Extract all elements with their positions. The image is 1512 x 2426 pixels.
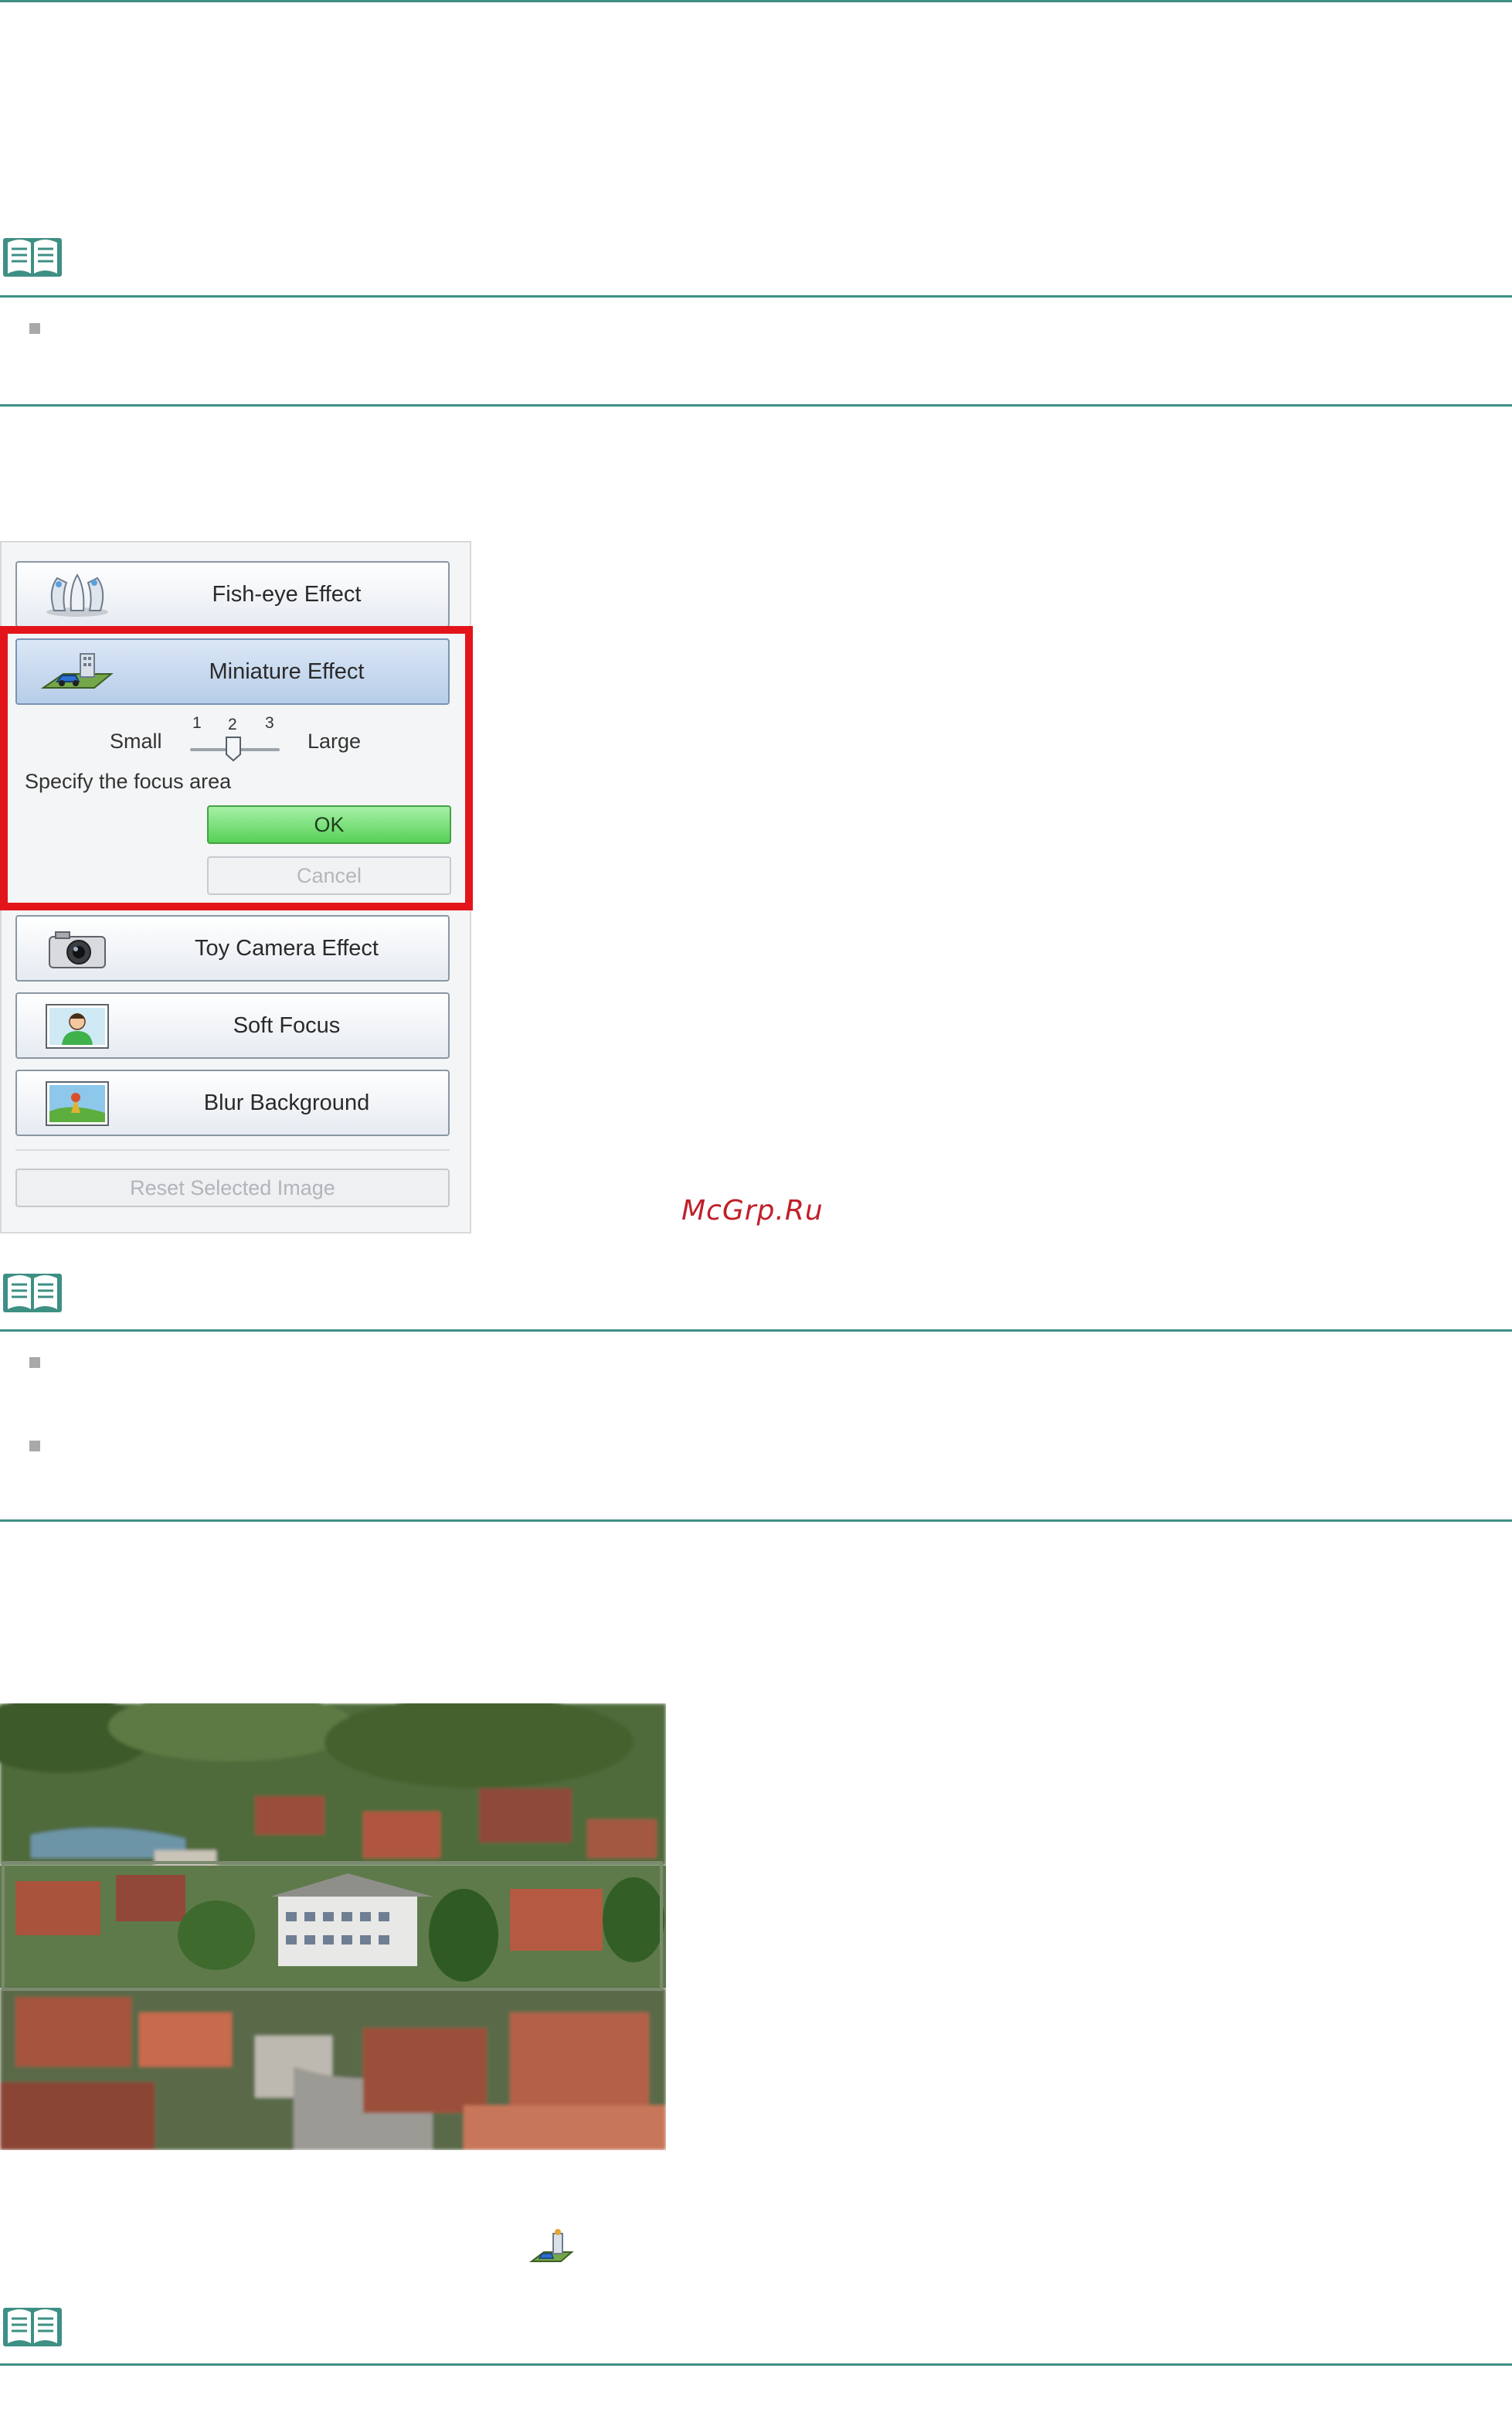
miniature-preview-image [0,1703,666,2150]
toy-camera-effect-button[interactable]: Toy Camera Effect [15,915,450,982]
blur-background-button[interactable]: Blur Background [15,1070,450,1136]
panel-divider [15,1149,450,1151]
miniature-small-icon [529,2229,574,2262]
fisheye-icon [46,573,108,617]
blur-background-label: Blur Background [203,1091,370,1115]
note-bullet [29,1357,40,1368]
note-bullet [29,323,40,334]
camera-icon [49,931,106,968]
note-book-icon [3,1274,62,1312]
miniature-icon [40,653,114,689]
miniature-effect-label: Miniature Effect [209,659,365,684]
fisheye-effect-button[interactable]: Fish-eye Effect [15,561,450,628]
portrait-icon [46,1004,109,1049]
slider-tick-2: 2 [228,716,237,733]
watermark-text: McGrp.Ru [681,1195,824,1227]
ok-button[interactable]: OK [207,805,451,844]
slider-large-label: Large [307,730,362,753]
top-rule [0,0,1512,2]
slider-tick-1: 1 [192,714,202,732]
focus-area-instruction: Specify the focus area [25,770,232,793]
cancel-button[interactable]: Cancel [207,856,451,895]
slider-small-label: Small [110,730,162,753]
note-book-icon [3,2308,62,2346]
note-rule [0,2363,1512,2366]
note-end-rule [0,1519,1512,1522]
miniature-effect-button[interactable]: Miniature Effect [15,638,450,705]
soft-focus-label: Soft Focus [233,1013,341,1038]
size-slider-thumb[interactable] [225,736,242,762]
note-end-rule [0,404,1512,407]
reset-selected-image-button[interactable]: Reset Selected Image [15,1169,450,1207]
fisheye-effect-label: Fish-eye Effect [212,582,362,607]
slider-tick-3: 3 [265,714,274,732]
note-rule [0,295,1512,298]
soft-focus-button[interactable]: Soft Focus [15,992,450,1059]
landscape-icon [46,1081,109,1126]
note-rule [0,1329,1512,1332]
note-bullet [29,1441,40,1451]
toy-camera-effect-label: Toy Camera Effect [194,936,379,961]
note-book-icon [3,238,62,277]
